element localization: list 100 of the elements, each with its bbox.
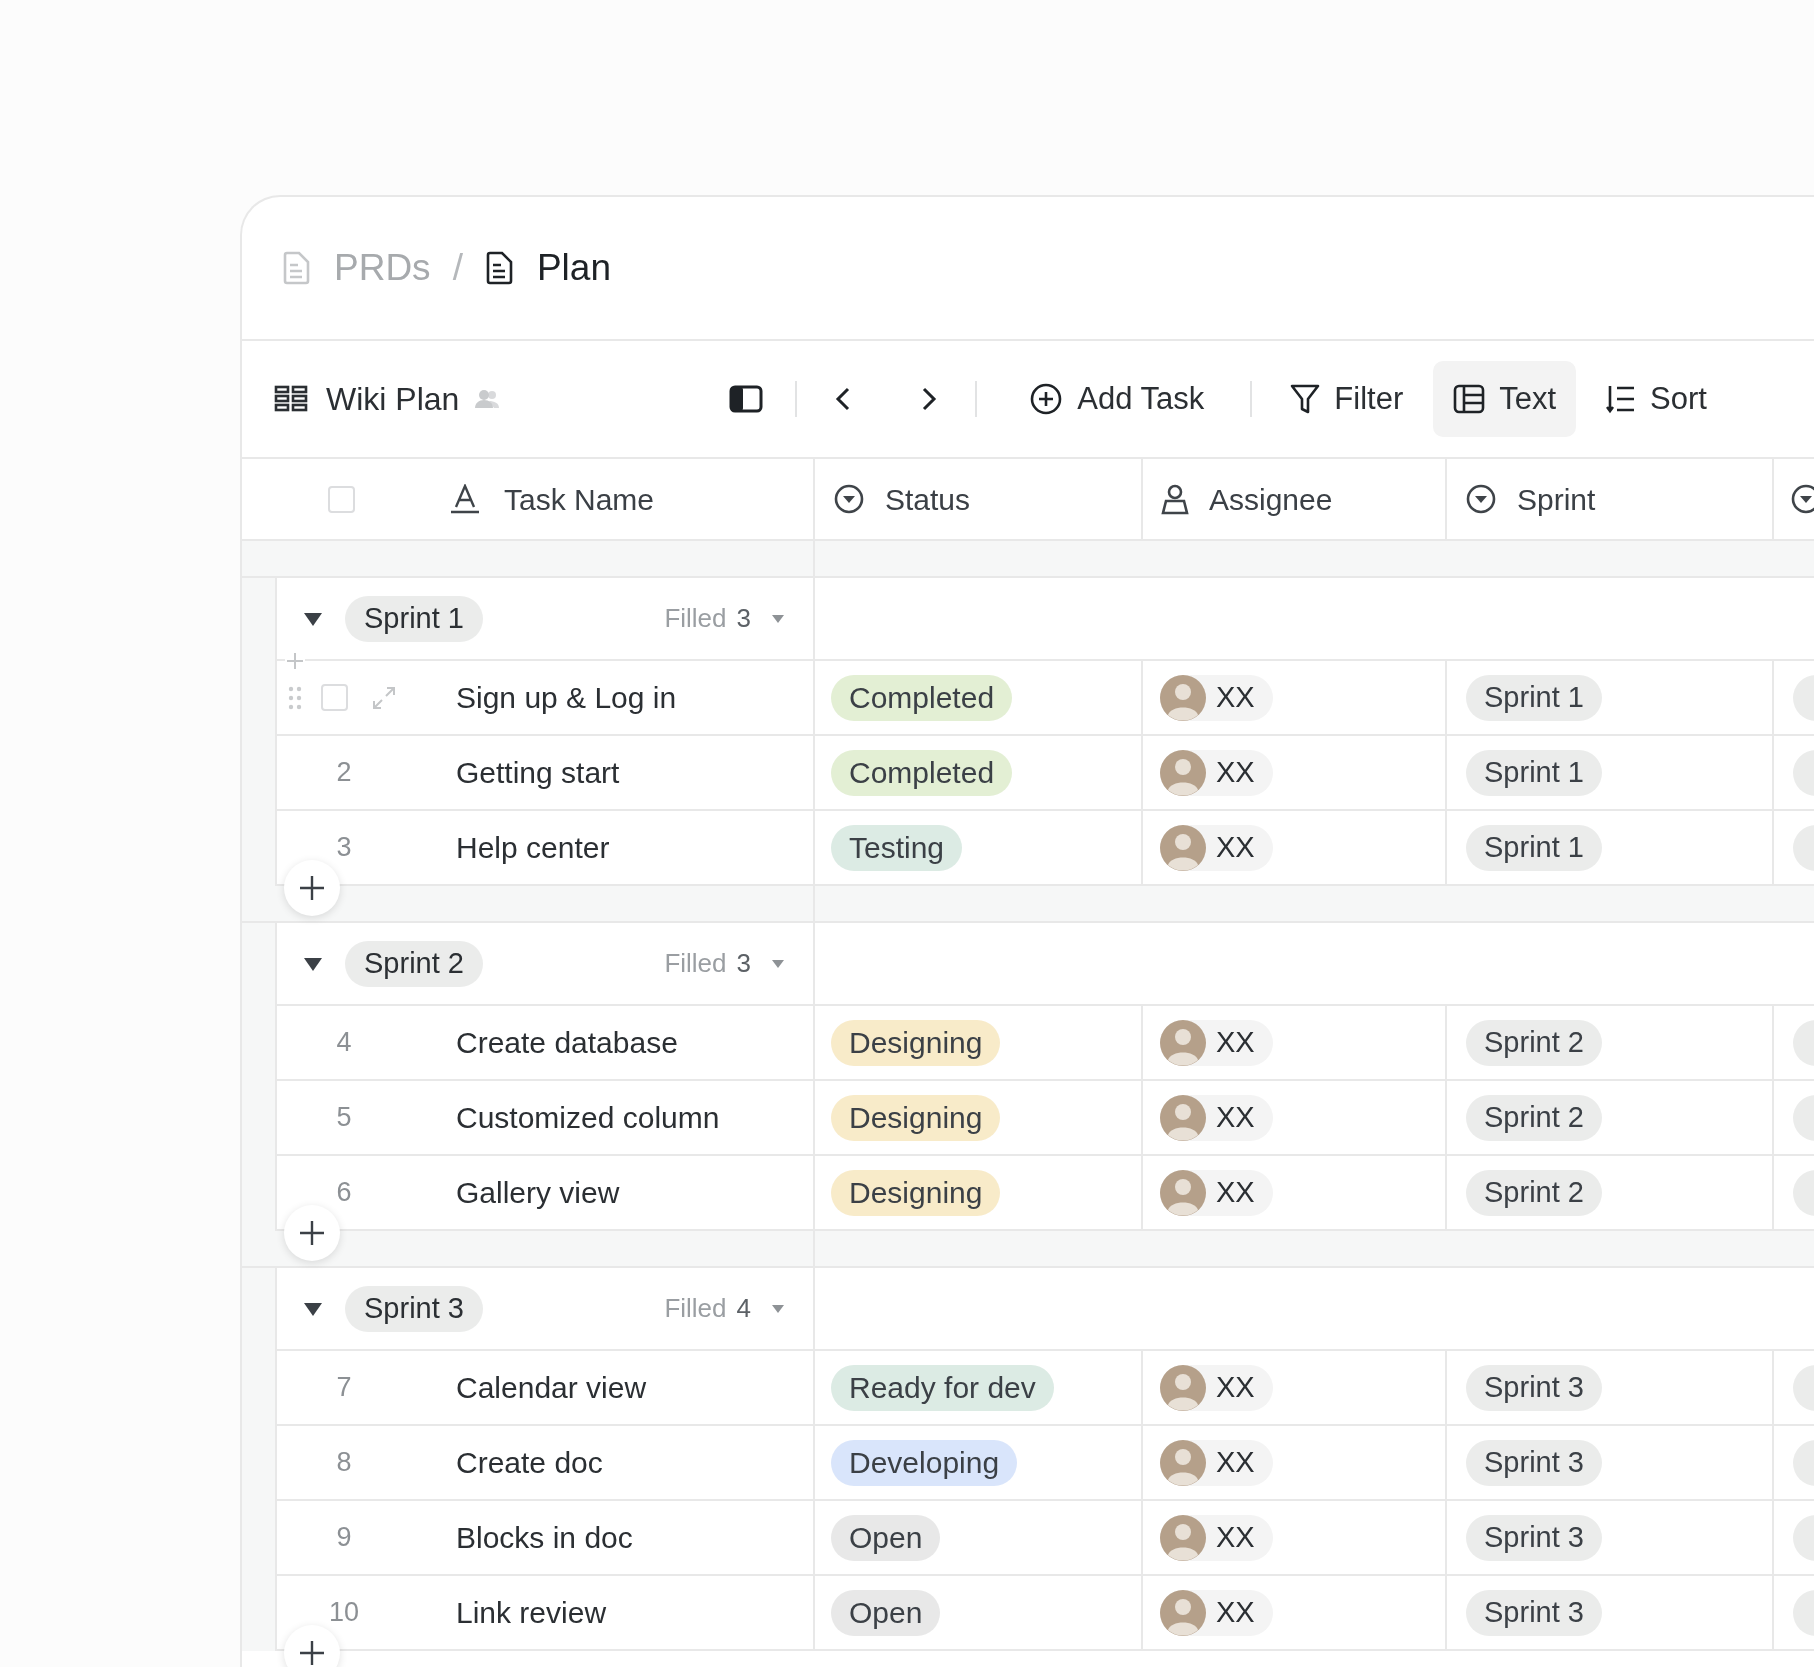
filter-icon <box>1290 383 1321 415</box>
chevron-left-icon[interactable] <box>835 386 852 412</box>
sort-icon <box>1606 384 1637 414</box>
sprint-tag: Sprint 1 <box>1466 674 1602 721</box>
chevron-right-icon[interactable] <box>921 386 938 412</box>
caret-icon[interactable] <box>771 613 785 624</box>
filled-count: 3 <box>736 947 751 980</box>
grid-view-icon <box>274 385 308 413</box>
breadcrumb-separator: / <box>452 246 463 291</box>
task-name: Blocks in doc <box>456 1520 633 1556</box>
collapse-triangle-icon[interactable] <box>303 1300 323 1317</box>
columns-icon <box>1453 384 1486 414</box>
status-tag: Open <box>831 1514 941 1561</box>
avatar-icon <box>1160 749 1206 796</box>
task-name: Create doc <box>456 1445 603 1481</box>
add-icon <box>1029 382 1064 416</box>
assignee-chip[interactable]: XX <box>1160 749 1273 796</box>
avatar-icon <box>1160 1589 1206 1636</box>
status-tag: Completed <box>831 674 1013 721</box>
checkbox[interactable] <box>328 485 355 513</box>
toolbar-button[interactable]: Filter <box>1270 361 1424 437</box>
column-header[interactable]: Status <box>885 476 971 522</box>
sprint-tag: Sprint 1 <box>1466 749 1602 796</box>
sprint-tag: Sprint 3 <box>1466 1589 1602 1636</box>
status-tag: Developing <box>831 1439 1018 1486</box>
status-tag: Designing <box>831 1169 1001 1216</box>
column-header[interactable]: Task Name <box>504 476 655 522</box>
plus-icon <box>299 1640 325 1666</box>
assignee-chip[interactable]: XX <box>1160 1094 1273 1141</box>
checkbox[interactable] <box>321 684 348 711</box>
row-number: 10 <box>327 1596 360 1630</box>
collapse-triangle-icon[interactable] <box>303 610 323 627</box>
assignee-chip[interactable]: XX <box>1160 674 1273 721</box>
add-row-button[interactable] <box>284 860 340 916</box>
row-number: 9 <box>335 1521 353 1555</box>
task-name: Sign up & Log in <box>456 680 677 716</box>
collapse-triangle-icon[interactable] <box>303 955 323 972</box>
assignee-chip[interactable]: XX <box>1160 824 1273 871</box>
document-icon <box>484 251 513 285</box>
add-row-button[interactable] <box>284 1205 340 1261</box>
assignee-chip[interactable]: XX <box>1160 1364 1273 1411</box>
status-tag: Completed <box>831 749 1013 796</box>
sprint-tag: Sprint 2 <box>1466 1169 1602 1216</box>
status-tag: Designing <box>831 1094 1001 1141</box>
assignee-chip[interactable]: XX <box>1160 1019 1273 1066</box>
breadcrumb-link[interactable]: Plan <box>536 240 611 296</box>
row-number: 5 <box>335 1101 353 1135</box>
filled-label: Filled <box>664 947 727 980</box>
assignee-chip[interactable]: XX <box>1160 1169 1273 1216</box>
caret-icon[interactable] <box>771 958 785 969</box>
status-tag: Designing <box>831 1019 1001 1066</box>
dropdown-circle-icon <box>1465 483 1497 515</box>
avatar-icon <box>1160 1019 1206 1066</box>
column-header[interactable]: Assignee <box>1209 476 1333 522</box>
column-header[interactable]: Sprint <box>1517 476 1596 522</box>
sprint-tag: Sprint 3 <box>1466 1439 1602 1486</box>
add-row-button[interactable] <box>284 1625 340 1667</box>
sprint-tag: Sprint 2 <box>1466 1094 1602 1141</box>
assignee-chip[interactable]: XX <box>1160 1439 1273 1486</box>
task-name: Create database <box>456 1025 678 1061</box>
assignee-chip[interactable]: XX <box>1160 1514 1273 1561</box>
toolbar-button[interactable]: Text <box>1433 361 1577 437</box>
group-tag: Sprint 2 <box>345 940 483 987</box>
text-field-icon <box>450 484 480 514</box>
task-name: Gallery view <box>456 1175 620 1211</box>
toolbar-button[interactable]: Add Task <box>1009 361 1225 437</box>
avatar-icon <box>1160 1364 1206 1411</box>
group-tag: Sprint 1 <box>345 595 483 642</box>
plus-icon <box>299 1220 325 1246</box>
sidebar-toggle-icon[interactable] <box>729 385 764 413</box>
group-tag: Sprint 3 <box>345 1285 483 1332</box>
avatar-icon <box>1160 1439 1206 1486</box>
avatar-icon <box>1160 1169 1206 1216</box>
task-name: Help center <box>456 830 610 866</box>
caret-icon[interactable] <box>771 1303 785 1314</box>
status-tag: Testing <box>831 824 963 871</box>
sprint-tag: Sprint 3 <box>1466 1514 1602 1561</box>
assignee-chip[interactable]: XX <box>1160 1589 1273 1636</box>
avatar-icon <box>1160 1514 1206 1561</box>
task-name: Calendar view <box>456 1370 647 1406</box>
avatar-icon <box>1160 674 1206 721</box>
row-number: 7 <box>335 1371 353 1405</box>
document-icon <box>282 251 310 285</box>
row-number: 6 <box>335 1176 353 1210</box>
plus-icon <box>299 875 325 901</box>
status-tag: Open <box>831 1589 941 1636</box>
row-number: 4 <box>335 1026 353 1060</box>
status-tag: Ready for dev <box>831 1364 1054 1411</box>
sprint-tag: Sprint 3 <box>1466 1364 1602 1411</box>
drag-handle-icon[interactable] <box>288 685 302 710</box>
row-number: 8 <box>335 1446 353 1480</box>
filled-count: 3 <box>736 602 751 635</box>
sprint-tag: Sprint 1 <box>1466 824 1602 871</box>
avatar-icon <box>1160 824 1206 871</box>
filled-label: Filled <box>664 1292 727 1325</box>
toolbar-button[interactable]: Sort <box>1586 361 1727 437</box>
sprint-tag: Sprint 2 <box>1466 1019 1602 1066</box>
person-icon <box>1161 483 1189 515</box>
task-name: Customized column <box>456 1100 720 1136</box>
filled-count: 4 <box>736 1292 751 1325</box>
